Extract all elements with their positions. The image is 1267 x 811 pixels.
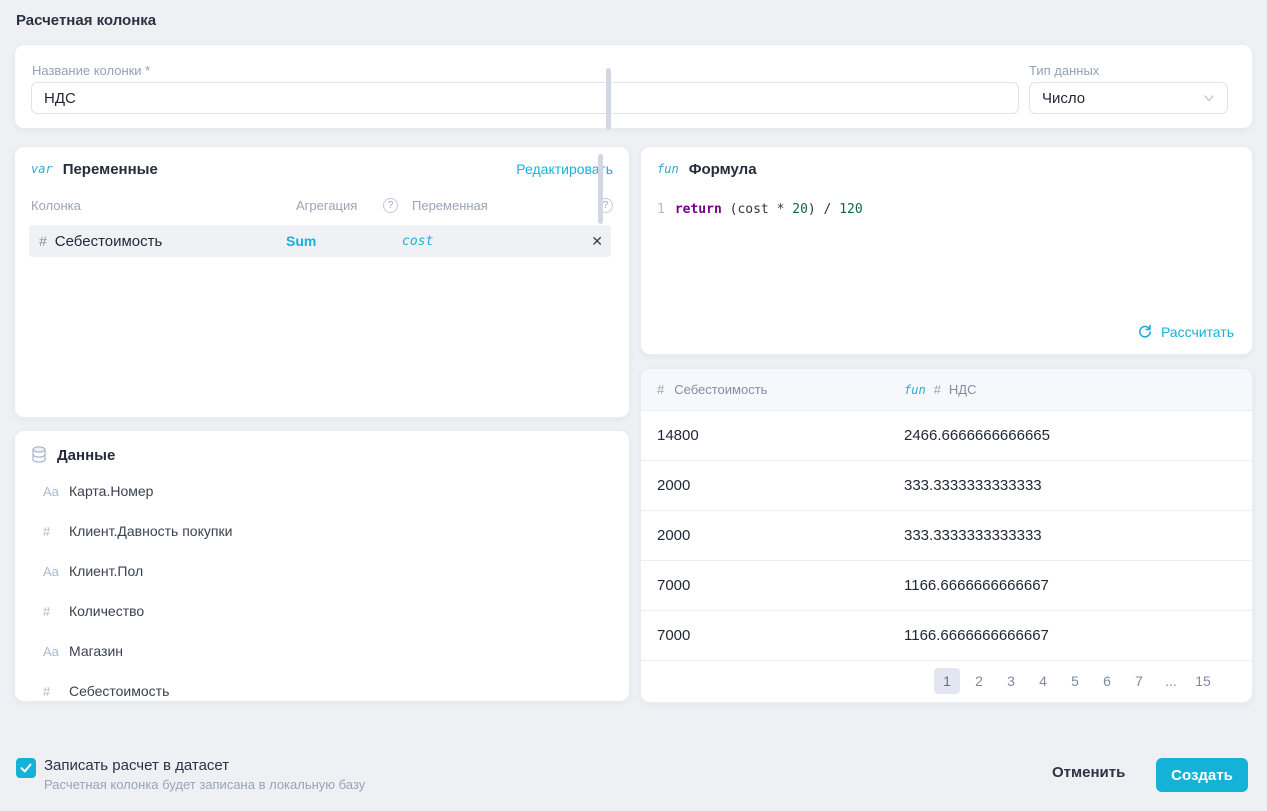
table-row: 2000333.3333333333333: [641, 461, 1252, 511]
table-row: 2000333.3333333333333: [641, 511, 1252, 561]
remove-variable-icon[interactable]: ✕: [591, 233, 603, 250]
data-field-item[interactable]: # Клиент.Давность покупки: [15, 511, 629, 551]
table-row: 70001166.6666666666667: [641, 561, 1252, 611]
data-field-item[interactable]: Aa Магазин: [15, 631, 629, 671]
source-column-header: Себестоимость: [674, 382, 767, 397]
line-number: 1: [657, 201, 665, 219]
results-table-scrollbar[interactable]: [598, 154, 603, 224]
number-type-icon: #: [43, 524, 69, 539]
var-badge: var: [31, 162, 53, 176]
page-button[interactable]: 7: [1126, 668, 1152, 694]
column-name-input[interactable]: [31, 82, 1019, 114]
column-header: Колонка: [31, 198, 296, 213]
checkmark-icon: [19, 761, 33, 775]
page-button[interactable]: 4: [1030, 668, 1056, 694]
number-type-icon: #: [934, 382, 941, 397]
variable-name[interactable]: cost: [402, 234, 575, 249]
data-panel-scrollbar[interactable]: [606, 68, 611, 130]
fun-badge: fun: [904, 383, 926, 397]
number-type-icon: #: [43, 684, 69, 699]
variables-panel: var Переменные Редактировать Колонка Агр…: [14, 146, 630, 418]
page-button[interactable]: 2: [966, 668, 992, 694]
data-panel-title: Данные: [57, 447, 115, 464]
code-number: 120: [839, 201, 862, 219]
page-ellipsis[interactable]: ...: [1158, 668, 1184, 694]
column-name-label: Название колонки *: [32, 63, 150, 78]
chevron-down-icon: [1203, 92, 1215, 104]
formula-code-editor[interactable]: 1 return (cost * 20) / 120: [641, 191, 1252, 219]
data-type-label: Тип данных: [1029, 63, 1099, 78]
number-type-icon: #: [43, 604, 69, 619]
page-button[interactable]: 3: [998, 668, 1024, 694]
data-field-item[interactable]: Aa Карта.Номер: [15, 471, 629, 511]
page-title: Расчетная колонка: [16, 12, 156, 29]
data-field-item[interactable]: # Количество: [15, 591, 629, 631]
page-button[interactable]: 5: [1062, 668, 1088, 694]
refresh-icon: [1137, 324, 1153, 340]
page-button[interactable]: 15: [1190, 668, 1216, 694]
pagination: 1 2 3 4 5 6 7 ... 15: [934, 668, 1216, 694]
aggregation-value[interactable]: Sum: [286, 233, 402, 249]
formula-title: Формула: [689, 161, 757, 178]
data-type-select[interactable]: Число: [1029, 82, 1228, 114]
text-type-icon: Aa: [43, 484, 69, 499]
fun-badge: fun: [657, 162, 679, 176]
number-type-icon: #: [657, 382, 664, 397]
page-button[interactable]: 6: [1094, 668, 1120, 694]
text-type-icon: Aa: [43, 564, 69, 579]
create-button[interactable]: Создать: [1156, 758, 1248, 792]
table-row: 148002466.6666666666665: [641, 411, 1252, 461]
variables-table-header: Колонка Агрегация ? Переменная ?: [15, 191, 629, 219]
code-keyword: return: [675, 201, 722, 219]
results-table-header: # Себестоимость fun # НДС: [641, 369, 1252, 411]
data-field-item[interactable]: Aa Клиент.Пол: [15, 551, 629, 591]
calculate-button[interactable]: Рассчитать: [1137, 324, 1234, 340]
help-icon[interactable]: ?: [383, 198, 398, 213]
save-to-dataset-checkbox[interactable]: [16, 758, 36, 778]
table-row: 70001166.6666666666667: [641, 611, 1252, 661]
page-button[interactable]: 1: [934, 668, 960, 694]
results-table-panel: # Себестоимость fun # НДС 148002466.6666…: [640, 368, 1253, 703]
number-type-icon: #: [39, 233, 47, 249]
formula-panel: fun Формула 1 return (cost * 20) / 120 Р…: [640, 146, 1253, 355]
column-settings-card: Название колонки * Тип данных Число: [14, 44, 1253, 129]
database-icon: [31, 446, 47, 464]
cancel-button[interactable]: Отменить: [1052, 764, 1125, 781]
variable-header: Переменная: [412, 198, 585, 213]
calculated-column-header: НДС: [949, 382, 977, 397]
aggregation-header: Агрегация: [296, 198, 357, 213]
variable-column-name: Себестоимость: [55, 233, 163, 250]
data-fields-panel: Данные Aa Карта.Номер # Клиент.Давность …: [14, 430, 630, 702]
data-type-value: Число: [1042, 90, 1085, 107]
save-to-dataset-label: Записать расчет в датасет: [44, 757, 229, 774]
variables-title: Переменные: [63, 161, 158, 178]
data-field-item[interactable]: # Себестоимость: [15, 671, 629, 702]
calculated-column-dialog: Расчетная колонка Название колонки * Тип…: [0, 0, 1267, 811]
save-to-dataset-hint: Расчетная колонка будет записана в локал…: [44, 777, 365, 792]
variable-row: # Себестоимость Sum cost ✕: [29, 225, 611, 257]
code-number: 20: [792, 201, 808, 219]
text-type-icon: Aa: [43, 644, 69, 659]
